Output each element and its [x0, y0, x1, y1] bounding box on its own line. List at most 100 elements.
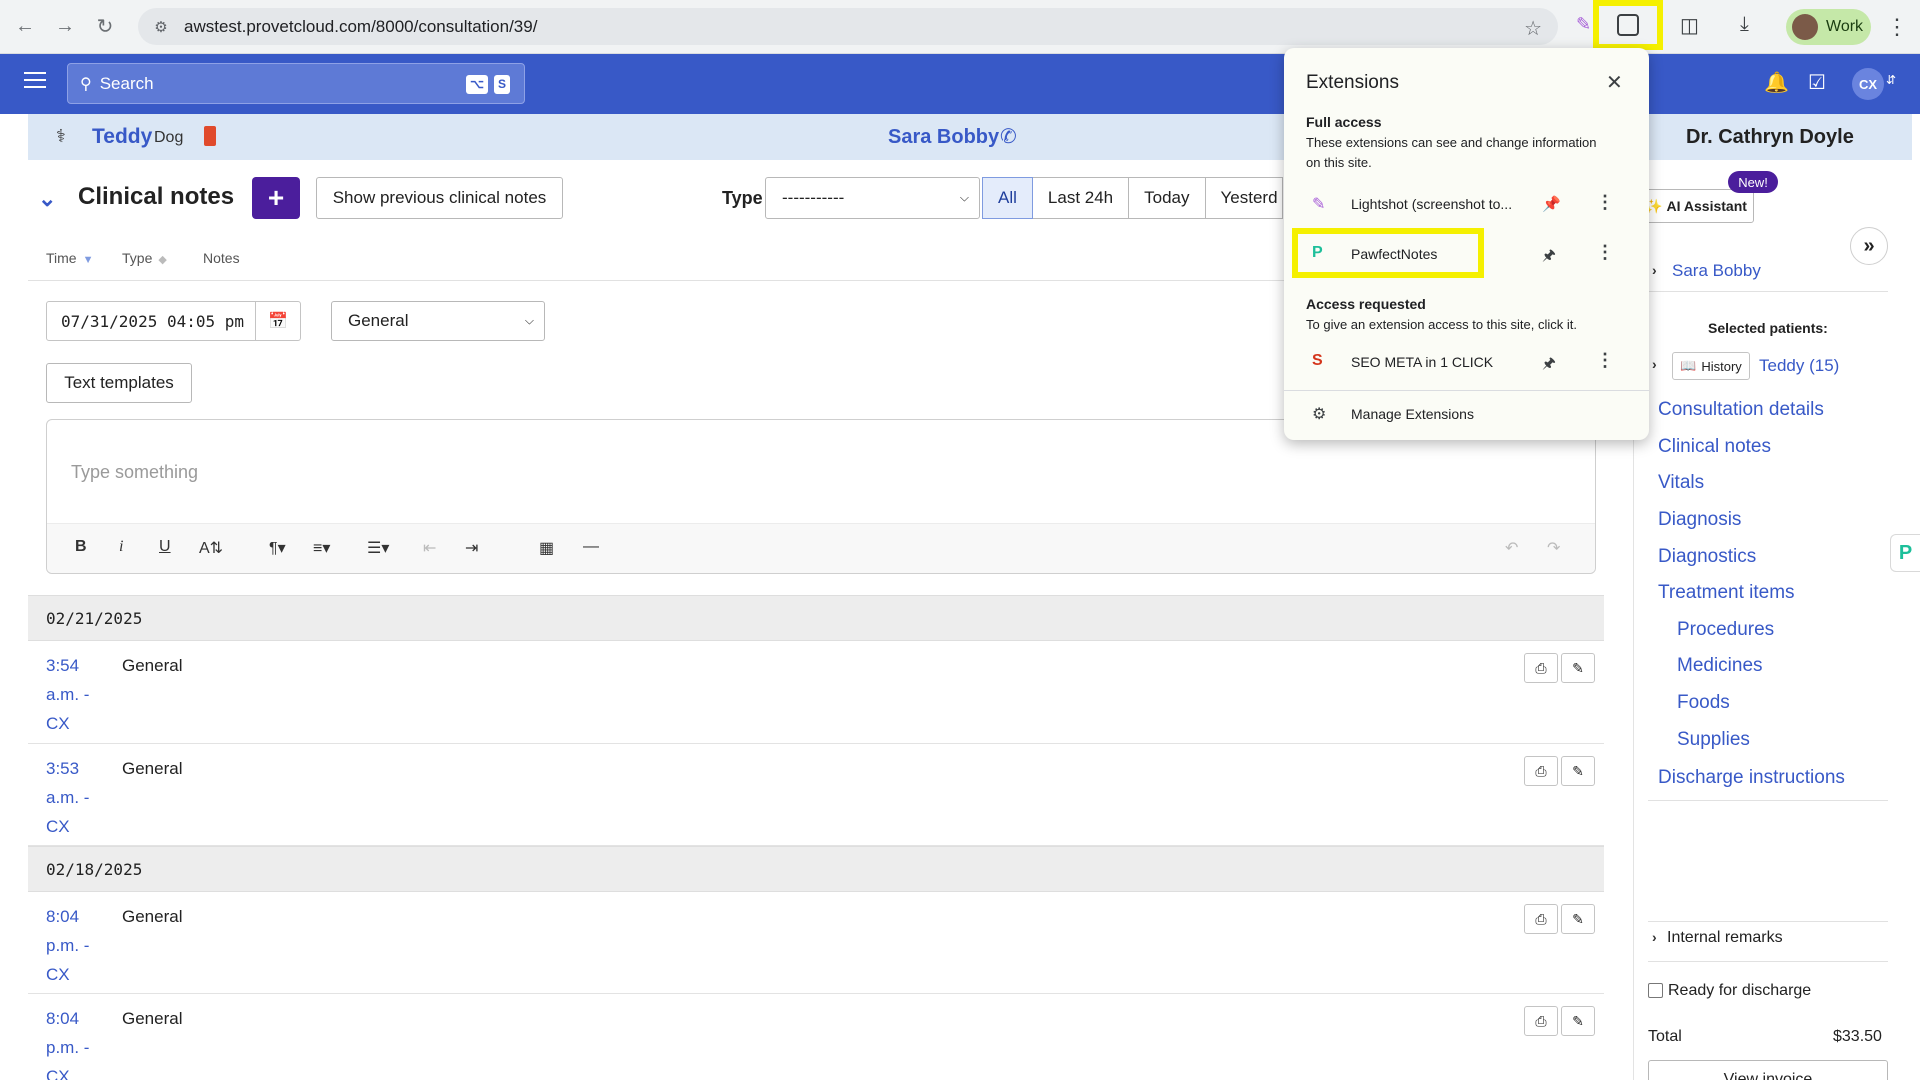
collapse-sidebar-icon[interactable]: »	[1850, 227, 1888, 265]
edit-icon[interactable]: ✎	[1561, 653, 1595, 683]
cast-icon[interactable]: ◫	[1680, 13, 1699, 38]
pin-icon[interactable]: 🖈	[1542, 245, 1556, 270]
redo-icon[interactable]: ↷	[1547, 538, 1560, 558]
note-time-link[interactable]: 8:04 p.m. - CX	[46, 902, 106, 989]
owner-name[interactable]: Sara Bobby	[888, 126, 999, 149]
edit-icon[interactable]: ✎	[1561, 756, 1595, 786]
history-button[interactable]: 📖 History	[1672, 352, 1750, 380]
nav-diagnostics[interactable]: Diagnostics	[1658, 546, 1756, 568]
extensions-button[interactable]	[1593, 0, 1663, 50]
lightshot-pinned-icon[interactable]: ✎	[1576, 14, 1591, 35]
nav-consultation-details[interactable]: Consultation details	[1658, 399, 1824, 421]
column-type[interactable]: Type ◆	[122, 250, 167, 266]
nav-clinical-notes[interactable]: Clinical notes	[1658, 436, 1771, 458]
text-templates-button[interactable]: Text templates	[46, 363, 192, 403]
note-row[interactable]: 3:54 a.m. - CX General ⎙ ✎	[28, 641, 1604, 744]
reload-icon[interactable]: ↻	[90, 12, 120, 42]
type-filter-select[interactable]: ----------- ⌵	[765, 177, 980, 219]
range-tab-yesterday[interactable]: Yesterd	[1204, 177, 1283, 219]
note-row[interactable]: 8:04 p.m. - CX General ⎙ ✎	[28, 994, 1604, 1080]
forward-icon[interactable]: →	[50, 12, 80, 42]
calendar-icon[interactable]: 📅	[255, 301, 301, 341]
user-avatar[interactable]: CX	[1852, 68, 1884, 100]
site-settings-icon[interactable]: ⚙	[150, 18, 172, 36]
paragraph-icon[interactable]: ¶▾	[269, 538, 286, 558]
bullet-list-icon[interactable]: ☰▾	[367, 538, 389, 558]
back-icon[interactable]: ←	[10, 12, 40, 42]
chevron-right-icon[interactable]: ›	[1652, 356, 1657, 372]
pin-icon[interactable]: 🖈	[1542, 353, 1556, 378]
nav-vitals[interactable]: Vitals	[1658, 472, 1704, 494]
outdent-icon[interactable]: ⇤	[423, 538, 436, 558]
menu-icon[interactable]	[24, 72, 46, 90]
address-bar[interactable]: ⚙ awstest.provetcloud.com/8000/consultat…	[138, 8, 1558, 45]
nav-treatment-items[interactable]: Treatment items	[1658, 582, 1795, 604]
collapse-chevron-icon[interactable]: ⌄	[38, 186, 56, 212]
chevron-right-icon[interactable]: ›	[1652, 262, 1657, 278]
nav-procedures[interactable]: Procedures	[1677, 619, 1774, 641]
note-category-select[interactable]: General ⌵	[331, 301, 545, 341]
edit-icon[interactable]: ✎	[1561, 1006, 1595, 1036]
extension-pawfectnotes[interactable]: PawfectNotes	[1351, 246, 1437, 262]
extension-seo-meta[interactable]: SEO META in 1 CLICK	[1351, 354, 1493, 370]
tasks-icon[interactable]: ☑	[1808, 70, 1826, 95]
extension-lightshot[interactable]: Lightshot (screenshot to...	[1351, 196, 1512, 212]
undo-icon[interactable]: ↶	[1505, 538, 1518, 558]
client-link[interactable]: Sara Bobby	[1672, 261, 1761, 281]
nav-discharge-instructions[interactable]: Discharge instructions	[1658, 767, 1845, 789]
table-icon[interactable]: ▦	[539, 538, 554, 558]
search-input[interactable]: ⚲ Search ⌥ S	[67, 63, 525, 104]
note-time-link[interactable]: 3:53 a.m. - CX	[46, 754, 106, 841]
ai-assistant-button[interactable]: ✨ AI Assistant	[1638, 189, 1754, 223]
range-tab-last-24h[interactable]: Last 24h	[1031, 177, 1130, 219]
phone-icon[interactable]: ✆	[1000, 124, 1017, 149]
patient-name[interactable]: Teddy	[92, 125, 152, 149]
nav-diagnosis[interactable]: Diagnosis	[1658, 509, 1741, 531]
note-editor[interactable]: Type something B i U A⇅ ¶▾ ≡▾ ☰▾ ⇤ ⇥ ▦ —…	[46, 419, 1596, 574]
add-note-button[interactable]: +	[252, 177, 300, 219]
text-size-icon[interactable]: A⇅	[199, 538, 223, 558]
chevron-updown-icon[interactable]: ⇵	[1886, 73, 1896, 87]
pawfectnotes-side-tab-icon[interactable]: P	[1890, 534, 1920, 572]
bell-icon[interactable]: 🔔	[1764, 70, 1789, 95]
print-icon[interactable]: ⎙	[1524, 904, 1558, 934]
underline-icon[interactable]: U	[159, 538, 171, 556]
note-row[interactable]: 3:53 a.m. - CX General ⎙ ✎	[28, 744, 1604, 846]
browser-menu-icon[interactable]: ⋮	[1886, 14, 1908, 40]
italic-icon[interactable]: i	[119, 538, 123, 556]
note-datetime-input[interactable]: 07/31/2025 04:05 pm	[46, 301, 256, 341]
bold-icon[interactable]: B	[75, 538, 87, 556]
range-tab-today[interactable]: Today	[1128, 177, 1206, 219]
close-icon[interactable]: ✕	[1606, 70, 1623, 95]
print-icon[interactable]: ⎙	[1524, 1006, 1558, 1036]
more-options-icon[interactable]: ⋮	[1596, 350, 1614, 371]
nav-medicines[interactable]: Medicines	[1677, 655, 1763, 677]
horizontal-rule-icon[interactable]: —	[583, 538, 599, 556]
patient-link[interactable]: Teddy (15)	[1759, 356, 1839, 376]
more-options-icon[interactable]: ⋮	[1596, 192, 1614, 213]
more-options-icon[interactable]: ⋮	[1596, 242, 1614, 263]
ordered-list-icon[interactable]: ≡▾	[313, 538, 330, 558]
range-tab-all[interactable]: All	[982, 177, 1033, 219]
view-invoice-button[interactable]: View invoice	[1648, 1060, 1888, 1080]
profile-button[interactable]: Work	[1786, 9, 1871, 45]
chevron-right-icon[interactable]: ›	[1652, 929, 1657, 945]
show-previous-notes-button[interactable]: Show previous clinical notes	[316, 177, 563, 219]
note-time-link[interactable]: 3:54 a.m. - CX	[46, 651, 106, 738]
column-time[interactable]: Time ▼	[46, 250, 93, 266]
indent-icon[interactable]: ⇥	[465, 538, 478, 558]
nav-supplies[interactable]: Supplies	[1677, 729, 1750, 751]
print-icon[interactable]: ⎙	[1524, 756, 1558, 786]
manage-extensions-link[interactable]: Manage Extensions	[1351, 406, 1474, 422]
print-icon[interactable]: ⎙	[1524, 653, 1558, 683]
edit-icon[interactable]: ✎	[1561, 904, 1595, 934]
bookmark-star-icon[interactable]: ☆	[1524, 16, 1542, 41]
note-time-link[interactable]: 8:04 p.m. - CX	[46, 1004, 106, 1080]
nav-foods[interactable]: Foods	[1677, 692, 1730, 714]
note-row[interactable]: 8:04 p.m. - CX General ⎙ ✎	[28, 892, 1604, 994]
pin-filled-icon[interactable]: 📌	[1542, 195, 1561, 213]
ready-for-discharge-checkbox[interactable]	[1648, 983, 1663, 998]
download-icon[interactable]: ⤓	[1740, 13, 1749, 36]
url-text[interactable]: awstest.provetcloud.com/8000/consultatio…	[184, 17, 537, 37]
internal-remarks-toggle[interactable]: Internal remarks	[1667, 929, 1783, 947]
